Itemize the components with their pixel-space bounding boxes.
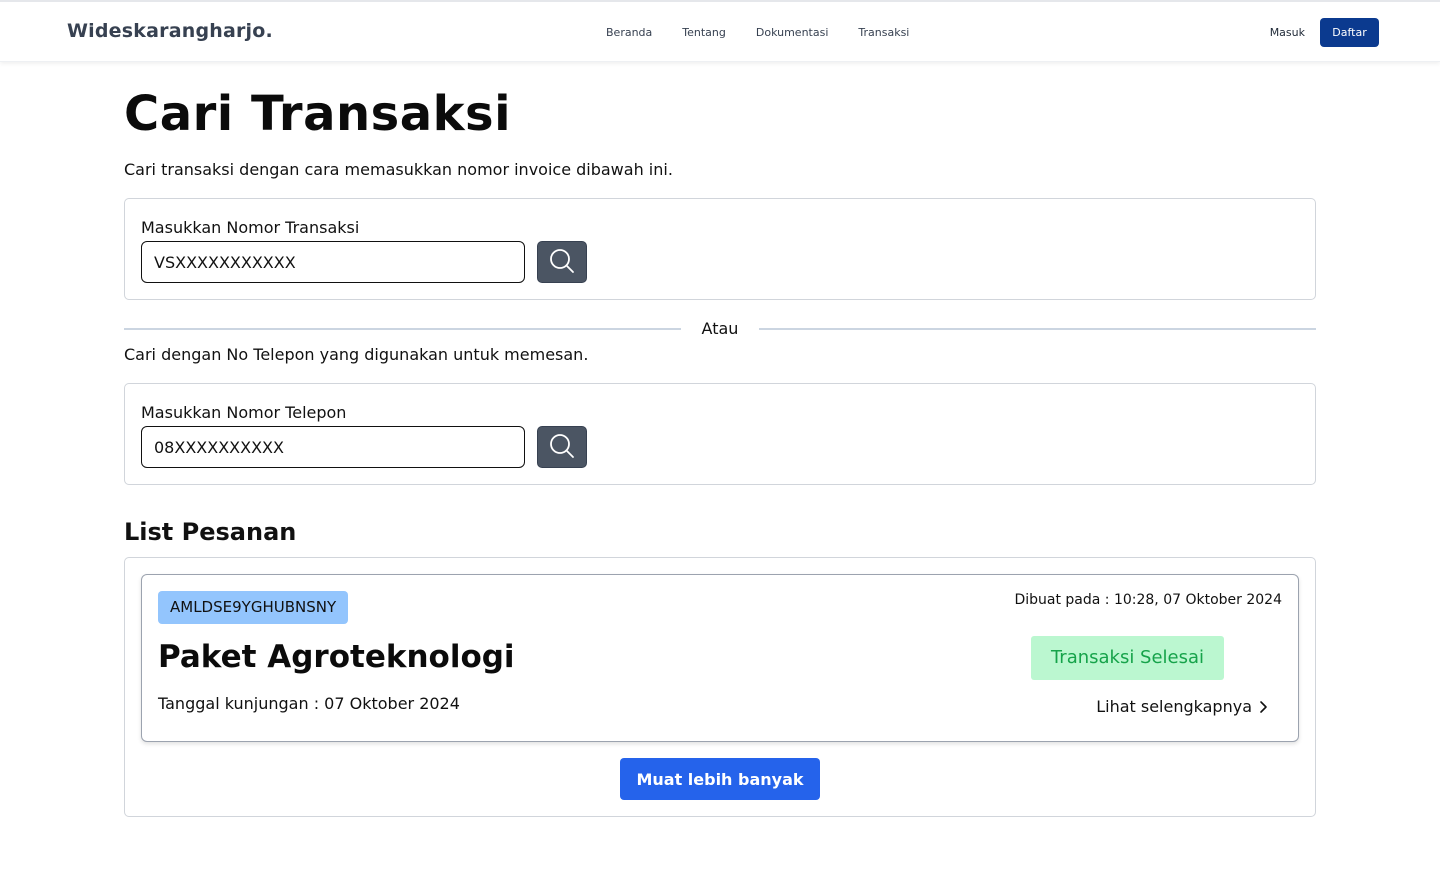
auth-actions: Masuk Daftar	[1270, 18, 1379, 47]
nav-link-dokumentasi[interactable]: Dokumentasi	[756, 26, 829, 39]
chevron-right-icon	[1258, 700, 1268, 714]
nav-link-beranda[interactable]: Beranda	[606, 26, 652, 39]
order-list-title: List Pesanan	[124, 518, 297, 546]
phone-search-hint: Cari dengan No Telepon yang digunakan un…	[124, 345, 589, 364]
order-code-badge: AMLDSE9YGHUBNSNY	[158, 591, 349, 624]
page-subtitle: Cari transaksi dengan cara memasukkan no…	[124, 160, 673, 179]
divider-line-left	[124, 328, 681, 330]
login-link[interactable]: Masuk	[1270, 26, 1305, 39]
invoice-field-label: Masukkan Nomor Transaksi	[141, 218, 360, 237]
brand-logo[interactable]: Wideskarangharjo.	[67, 20, 273, 42]
or-divider: Atau	[124, 318, 1316, 340]
main-nav: Beranda Tentang Dokumentasi Transaksi	[606, 26, 939, 39]
load-more-button[interactable]: Muat lebih banyak	[620, 758, 820, 800]
phone-field-label: Masukkan Nomor Telepon	[141, 403, 347, 422]
top-navbar: Wideskarangharjo. Beranda Tentang Dokume…	[0, 0, 1440, 62]
phone-search-card: Masukkan Nomor Telepon	[124, 383, 1316, 485]
order-package-name: Paket Agroteknologi	[158, 639, 515, 675]
invoice-number-input[interactable]	[141, 241, 525, 283]
nav-link-transaksi[interactable]: Transaksi	[858, 26, 909, 39]
search-icon	[549, 248, 575, 277]
phone-number-input[interactable]	[141, 426, 525, 468]
register-button[interactable]: Daftar	[1320, 18, 1379, 47]
invoice-search-card: Masukkan Nomor Transaksi	[124, 198, 1316, 300]
invoice-search-button[interactable]	[537, 241, 587, 283]
view-details-label: Lihat selengkapnya	[1096, 697, 1252, 716]
order-item: AMLDSE9YGHUBNSNY Paket Agroteknologi Tan…	[141, 574, 1299, 742]
order-created-at: Dibuat pada : 10:28, 07 Oktober 2024	[1014, 592, 1282, 608]
search-icon	[549, 433, 575, 462]
status-badge: Transaksi Selesai	[1031, 636, 1224, 680]
nav-link-tentang[interactable]: Tentang	[682, 26, 726, 39]
divider-text: Atau	[701, 319, 739, 338]
phone-search-button[interactable]	[537, 426, 587, 468]
view-details-link[interactable]: Lihat selengkapnya	[1096, 697, 1268, 716]
order-list-card: AMLDSE9YGHUBNSNY Paket Agroteknologi Tan…	[124, 557, 1316, 817]
divider-line-right	[759, 328, 1316, 330]
page-title: Cari Transaksi	[124, 86, 512, 142]
order-visit-date: Tanggal kunjungan : 07 Oktober 2024	[158, 694, 460, 713]
